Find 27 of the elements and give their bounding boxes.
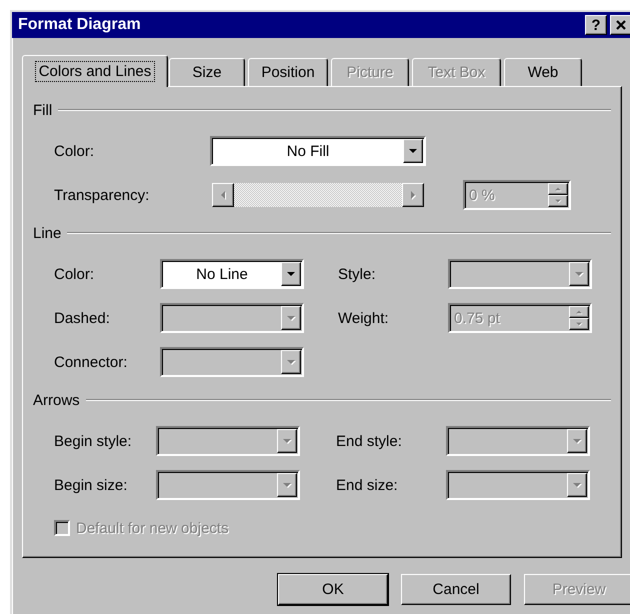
field-label: Dashed:: [54, 310, 111, 326]
tab[interactable]: Size: [169, 58, 245, 86]
field-label: Transparency:: [54, 186, 150, 204]
help-button[interactable]: ?: [585, 15, 607, 35]
field-label: Color:: [54, 142, 96, 160]
field-label: Color:: [54, 266, 96, 282]
section-heading: Arrows: [33, 392, 80, 408]
tab[interactable]: Colors and Lines: [22, 55, 168, 87]
field-label: Begin size:: [54, 476, 128, 494]
window-title: Format Diagram: [18, 16, 142, 34]
field-label: Style:: [338, 266, 377, 282]
dropdown[interactable]: No Fill: [210, 136, 426, 166]
field-label: Connector:: [54, 354, 128, 370]
field-label: End size:: [336, 476, 399, 494]
tab[interactable]: Web: [504, 58, 582, 86]
close-icon: [615, 19, 627, 31]
tab[interactable]: Position: [248, 58, 328, 86]
field-label: End style:: [336, 432, 403, 450]
section-heading: Line: [33, 224, 62, 242]
close-button[interactable]: [610, 15, 630, 35]
checkbox-label: Default for new objects: [76, 520, 229, 536]
dialog-button[interactable]: OK: [278, 574, 388, 605]
field-label: Weight:: [338, 310, 390, 326]
section-heading: Fill: [33, 102, 52, 118]
dialog-button[interactable]: Cancel: [401, 574, 511, 605]
field-label: Begin style:: [54, 432, 133, 450]
dropdown[interactable]: No Line: [160, 259, 304, 289]
